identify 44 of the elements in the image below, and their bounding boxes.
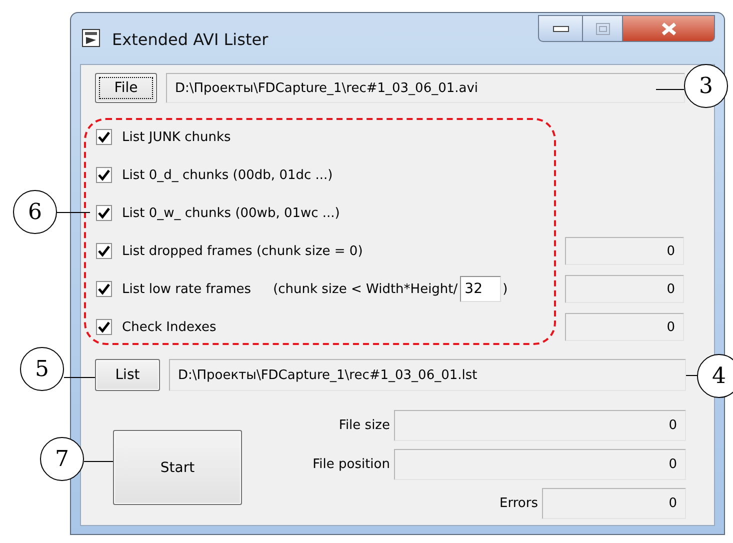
checkbox-label: List 0_w_ chunks (00wb, 01wc ...) [122, 206, 340, 220]
maximize-icon [596, 22, 610, 34]
count-field: 0 [565, 275, 684, 303]
minimize-button[interactable] [538, 15, 583, 42]
checkbox[interactable] [96, 243, 112, 259]
checkbox-label: List JUNK chunks [122, 130, 231, 144]
leader-line [656, 89, 684, 90]
checkbox[interactable] [96, 129, 112, 145]
leader-line [84, 461, 113, 462]
window-title: Extended AVI Lister [112, 30, 268, 49]
maximize-button[interactable] [583, 15, 623, 42]
stat-field: 0 [394, 410, 686, 441]
app-icon [82, 29, 100, 47]
leader-line [64, 377, 95, 378]
checkbox-label: List low rate frames [122, 282, 252, 296]
count-field: 0 [565, 237, 684, 265]
stat-label: File position [312, 457, 390, 472]
close-icon [660, 22, 676, 36]
close-button[interactable] [623, 15, 715, 42]
stat-label: File size [338, 418, 390, 433]
callout-number: 7 [40, 437, 84, 481]
stat-label: Errors [500, 496, 538, 511]
minimize-icon [552, 26, 568, 32]
stat-field: 0 [394, 449, 686, 480]
checkbox-label: Check Indexes [122, 320, 216, 334]
checkbox-label: List 0_d_ chunks (00db, 01dc ...) [122, 168, 333, 182]
divisor-field[interactable]: 32 [460, 276, 501, 302]
option-note: (chunk size < Width*Height/ [273, 282, 458, 296]
option-note: ) [502, 282, 508, 296]
checkbox-label: List dropped frames (chunk size = 0) [122, 244, 363, 258]
checkbox[interactable] [96, 205, 112, 221]
callout-number: 5 [20, 347, 64, 391]
callout-number: 6 [13, 190, 57, 234]
count-field: 0 [565, 313, 684, 341]
stat-field: 0 [542, 488, 686, 519]
checkbox[interactable] [96, 281, 112, 297]
file-path-field[interactable]: D:\Проекты\FDCapture_1\rec#1_03_06_01.avi [166, 73, 685, 103]
leader-line [57, 212, 90, 213]
checkbox[interactable] [96, 319, 112, 335]
file-button[interactable]: File [95, 73, 157, 103]
list-path-field[interactable]: D:\Проекты\FDCapture_1\rec#1_03_06_01.lst [169, 359, 686, 391]
start-button[interactable]: Start [113, 430, 242, 505]
list-button[interactable]: List [95, 359, 160, 391]
checkbox[interactable] [96, 167, 112, 183]
